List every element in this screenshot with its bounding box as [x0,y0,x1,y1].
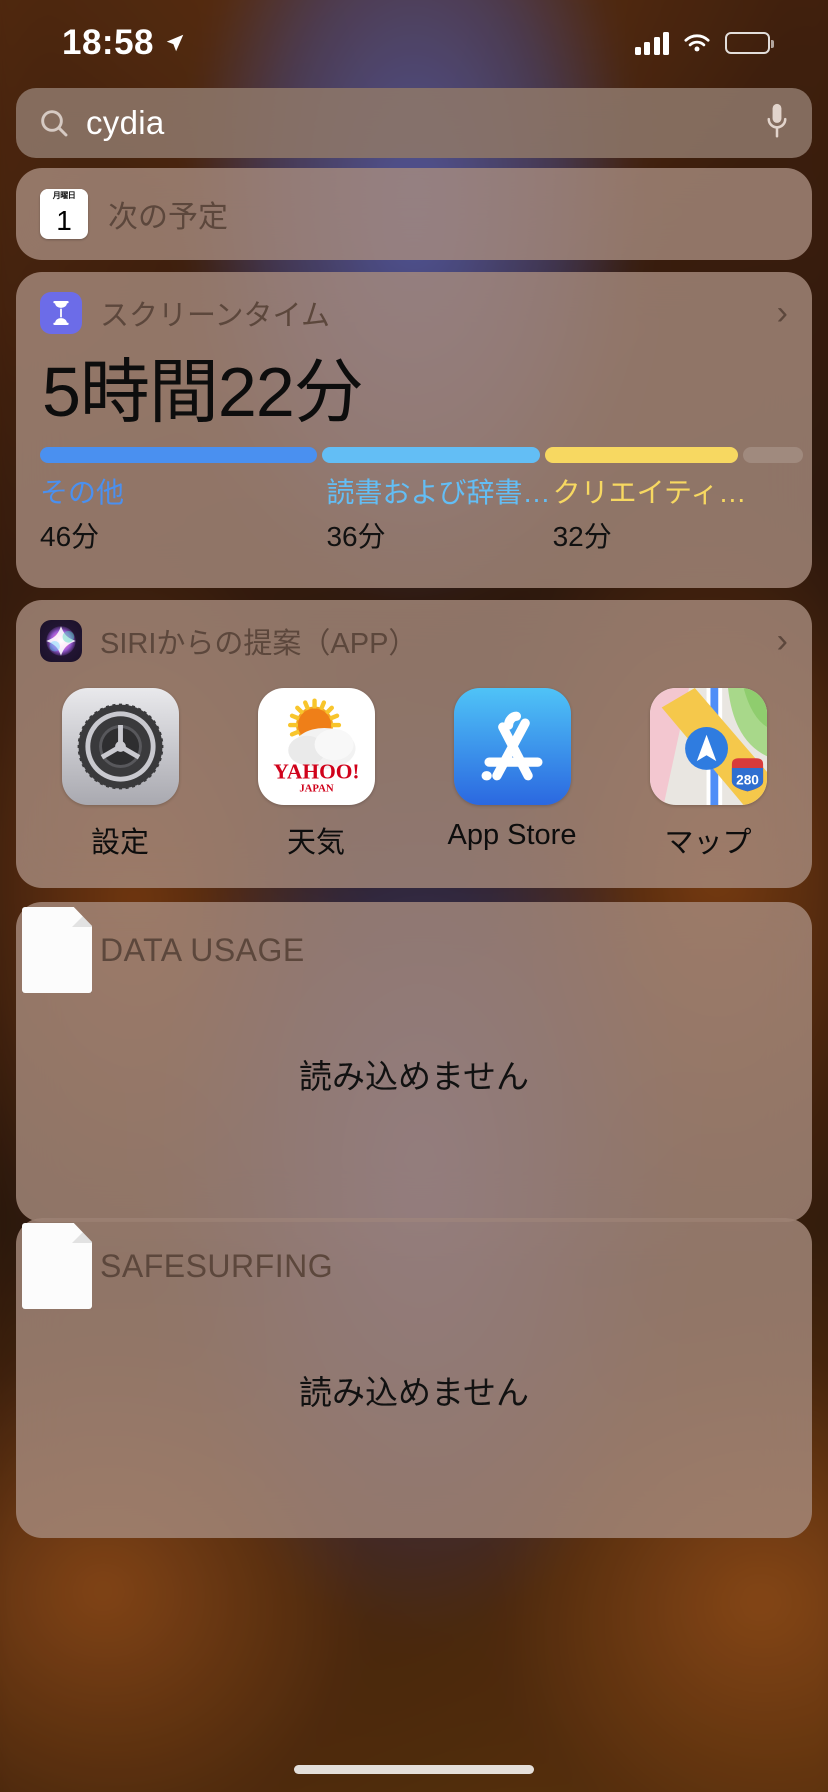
maps-icon[interactable]: 280 [649,688,767,805]
siri-app-label: マップ [664,827,752,859]
data-usage-title: DATA USAGE [100,931,305,968]
safesurfing-widget[interactable]: SAFESURFING 読み込めません [16,1218,812,1538]
data-usage-body: 読み込めません [16,998,812,1098]
calendar-icon: 月曜日 1 [40,189,88,239]
siri-app-3[interactable]: App Store [440,688,584,861]
svg-text:YAHOO!: YAHOO! [273,760,359,784]
siri-suggestions-title: SIRIからの提案（APP） [100,628,418,660]
screen-time-legend: その他 46分 読書および辞書/辞典 36分 クリエイティ… 32分 [40,471,788,555]
siri-app-1[interactable]: 設定 [48,688,192,861]
app-store-icon[interactable] [453,688,571,805]
screen-time-title: スクリーンタイム [100,300,330,332]
cellular-bars-icon [634,31,669,55]
search-bar[interactable]: cydia [16,88,812,158]
svg-text:JAPAN: JAPAN [299,782,334,794]
hourglass-icon [40,292,82,334]
siri-suggestions-widget[interactable]: SIRIからの提案（APP） › 設定 YAHOO! JAPAN 天気 App Stor… [16,600,812,888]
svg-text:280: 280 [736,773,759,788]
legend-value: 32分 [552,520,612,552]
yahoo-japan-weather-icon[interactable]: YAHOO! JAPAN [257,688,375,805]
calendar-icon-weekday: 月曜日 [40,189,88,202]
chevron-right-icon[interactable]: › [777,624,788,658]
screen-time-widget[interactable]: スクリーンタイム › 5時間22分 その他 46分 読書および辞書/辞典 36分 クリエ… [16,272,812,588]
calendar-widget[interactable]: 月曜日 1 次の予定 [16,168,812,260]
status-bar-right [634,31,774,55]
settings-gear-icon[interactable] [61,688,179,805]
blank-document-icon [22,907,92,993]
usage-segment [40,446,318,463]
legend-value: 46分 [40,520,100,552]
legend-item: 読書および辞書/辞典 36分 [326,471,552,555]
status-bar: 18:58 [0,0,828,86]
usage-segment [322,446,540,463]
data-usage-header: DATA USAGE [16,902,812,998]
legend-item: クリエイティ… 32分 [553,471,755,555]
calendar-widget-title: 次の予定 [108,201,228,234]
usage-segment [742,446,803,463]
legend-item: その他 46分 [40,471,326,555]
wifi-icon [684,33,710,51]
calendar-icon-day: 1 [56,204,72,236]
status-bar-clock: 18:58 [62,23,155,62]
screen-time-header: スクリーンタイム › [40,292,788,334]
usage-segment [544,446,738,463]
legend-value: 36分 [326,520,386,552]
safesurfing-error-message: 読み込めません [298,1374,529,1411]
legend-label: その他 [40,476,125,508]
siri-app-4[interactable]: 280 マップ [636,688,780,861]
legend-label: 読書および辞書/辞典 [326,476,552,508]
blank-document-icon [22,1223,92,1309]
search-icon [41,110,68,137]
siri-icon [40,620,82,662]
status-bar-left: 18:58 [62,23,186,63]
siri-suggestions-header: SIRIからの提案（APP） › [40,620,788,662]
legend-label: クリエイティ… [552,476,747,508]
safesurfing-title: SAFESURFING [100,1247,334,1284]
data-usage-widget[interactable]: DATA USAGE 読み込めません [16,902,812,1222]
siri-app-list: 設定 YAHOO! JAPAN 天気 App Store 280 マップ [40,688,788,861]
siri-app-label: 天気 [286,827,345,859]
search-input[interactable]: cydia [86,104,165,142]
siri-app-label: App Store [447,819,577,851]
location-arrow-icon [166,34,184,52]
safesurfing-header: SAFESURFING [16,1218,812,1314]
battery-low-icon [725,32,774,54]
home-indicator[interactable] [294,1765,534,1774]
microphone-icon[interactable] [764,102,790,145]
data-usage-error-message: 読み込めません [298,1058,529,1095]
screen-time-usage-bar [40,446,803,463]
siri-app-2[interactable]: YAHOO! JAPAN 天気 [244,688,388,861]
safesurfing-body: 読み込めません [16,1314,812,1414]
siri-app-label: 設定 [90,827,149,859]
chevron-right-icon[interactable]: › [777,296,788,330]
screen-time-total: 5時間22分 [42,353,364,431]
